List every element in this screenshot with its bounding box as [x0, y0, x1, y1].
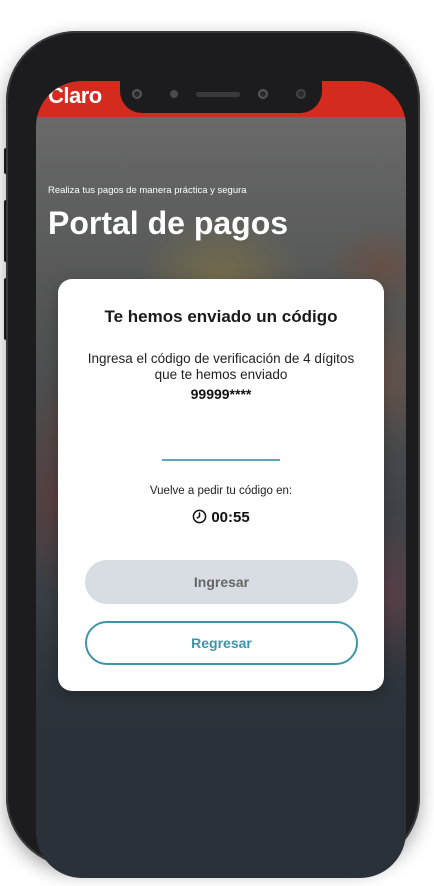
phone-frame: Claro Realiza tus pagos de manera prácti…	[6, 31, 420, 878]
countdown-timer: 00:55	[58, 509, 384, 526]
page-subtitle: Realiza tus pagos de manera práctica y s…	[48, 185, 247, 196]
page-title: Portal de pagos	[48, 205, 289, 241]
front-camera-icon	[258, 89, 268, 99]
phone-screen: Claro Realiza tus pagos de manera prácti…	[36, 81, 406, 878]
masked-phone-number: 99999****	[190, 386, 252, 402]
clock-icon	[192, 509, 207, 524]
claro-logo: Claro	[48, 83, 102, 108]
resend-code-text: Vuelve a pedir tu código en:	[149, 485, 293, 497]
camera-lens-icon	[296, 89, 306, 99]
sensor-icon	[132, 89, 142, 99]
verification-modal: Te hemos enviado un código Ingresa el có…	[58, 279, 384, 691]
verification-code-input[interactable]	[162, 429, 280, 461]
ingresar-button[interactable]: Ingresar	[85, 560, 358, 604]
modal-title: Te hemos enviado un código	[104, 307, 338, 326]
modal-description: Ingresa el código de verificación de 4 d…	[87, 351, 355, 382]
phone-notch	[120, 81, 322, 113]
sensor-dot-icon	[170, 90, 178, 98]
speaker-grille	[196, 92, 240, 97]
timer-value: 00:55	[211, 509, 250, 526]
regresar-button[interactable]: Regresar	[85, 621, 358, 665]
